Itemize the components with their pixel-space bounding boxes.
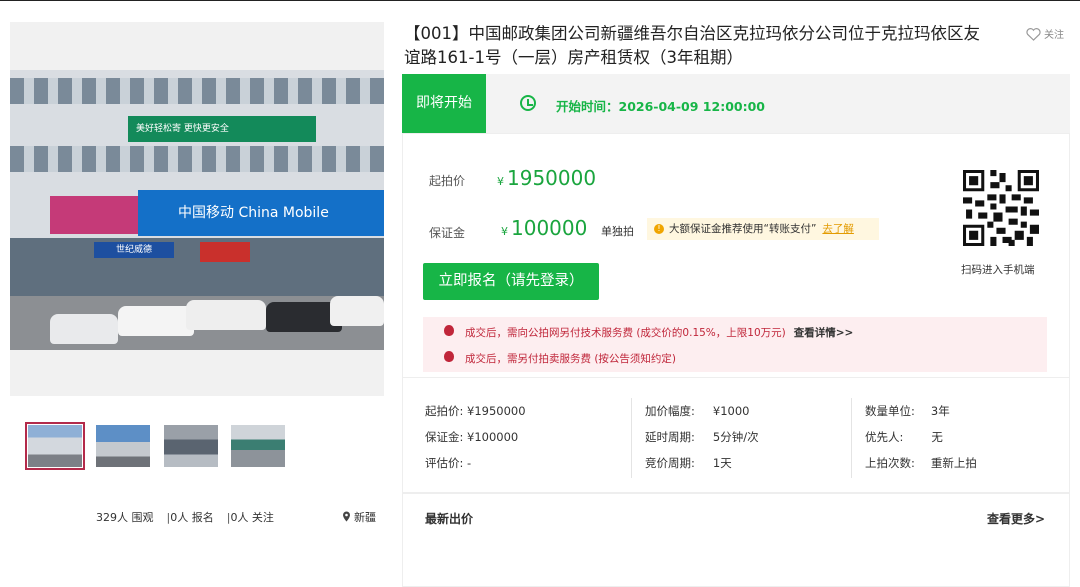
deposit-number: 100000 <box>511 216 588 240</box>
photo-storefront: 世纪威德 <box>10 238 384 296</box>
photo-floor <box>10 78 384 104</box>
detail-key: 数量单位: <box>865 404 915 418</box>
detail-bid-period: 竞价周期: 1天 <box>645 455 732 471</box>
deposit-tip: ! 大额保证金推荐使用“转账支付” 去了解 <box>647 218 879 240</box>
photo-sign-shop: 世纪威德 <box>94 242 174 258</box>
detail-unit: 数量单位: 3年 <box>865 403 950 419</box>
thumbnail-1[interactable] <box>25 422 85 470</box>
column-divider <box>851 398 852 478</box>
signups-count: 0人 报名 <box>170 511 214 524</box>
qr-code-icon[interactable] <box>963 170 1039 246</box>
detail-times: 上拍次数: 重新上拍 <box>865 455 977 471</box>
photo-car <box>118 306 194 336</box>
detail-key: 优先人: <box>865 430 904 444</box>
clock-icon <box>520 95 536 111</box>
money-bag-icon <box>444 325 454 336</box>
main-image-frame[interactable]: 美好轻松寄 更快更安全 中国移动 China Mobile 世纪威德 <box>10 22 384 396</box>
location-pin-icon <box>343 511 350 522</box>
photo-sign-red <box>200 242 250 262</box>
fee-notice-line-2: 成交后，需另付拍卖服务费 (按公告须知约定) <box>465 353 677 365</box>
column-divider <box>631 398 632 478</box>
detail-key: 保证金: <box>425 430 464 444</box>
view-more-link[interactable]: 查看更多> <box>987 510 1045 527</box>
detail-deposit: 保证金: ¥100000 <box>425 429 518 445</box>
detail-value: 1天 <box>712 456 732 470</box>
views-count: 329人 围观 <box>96 511 154 524</box>
start-time: 开始时间：2026-04-09 12:00:00 <box>556 99 765 114</box>
detail-key: 上拍次数: <box>865 456 915 470</box>
detail-increment: 加价幅度: ¥1000 <box>645 403 749 419</box>
start-price-number: 1950000 <box>507 166 597 190</box>
detail-extension: 延时周期: 5分钟/次 <box>645 429 759 445</box>
top-divider <box>0 0 1080 1</box>
heart-icon <box>1026 28 1041 41</box>
qr-caption: 扫码进入手机端 <box>961 264 1035 276</box>
yen-symbol: ¥ <box>497 175 504 188</box>
photo-car <box>330 296 384 326</box>
status-tag: 即将开始 <box>402 74 486 133</box>
photo-car <box>186 300 266 330</box>
detail-appraisal: 评估价: - <box>425 455 471 471</box>
learn-more-link[interactable]: 去了解 <box>822 223 854 235</box>
detail-value: 重新上拍 <box>930 456 977 470</box>
fee-notice-line-1: 成交后，需向公拍网另付技术服务费 (成交价的0.15%，上限10万元) 查看详情>… <box>465 325 853 340</box>
detail-start-price: 起拍价: ¥1950000 <box>425 403 526 419</box>
start-price-value: ¥1950000 <box>497 166 596 190</box>
detail-key: 起拍价: <box>425 404 464 418</box>
deposit-value: ¥100000 <box>501 216 587 240</box>
detail-key: 加价幅度: <box>645 404 695 418</box>
location: 新疆 <box>342 509 376 525</box>
latest-bids-title: 最新出价 <box>425 512 474 526</box>
photo-floor <box>10 146 384 172</box>
location-text: 新疆 <box>354 511 376 524</box>
detail-key: 延时周期: <box>645 430 695 444</box>
view-details-link[interactable]: 查看详情>> <box>794 327 854 339</box>
deposit-label: 保证金 <box>429 226 466 240</box>
auction-details: 起拍价: ¥1950000 保证金: ¥100000 评估价: - 加价幅度: ¥… <box>402 378 1070 493</box>
start-price-label: 起拍价 <box>429 174 466 188</box>
thumbnail-2[interactable] <box>96 425 150 467</box>
photo-sign-pink <box>50 196 138 234</box>
auction-status-bar: 即将开始 开始时间：2026-04-09 12:00:00 <box>402 74 1070 133</box>
latest-bids: 最新出价 查看更多> <box>402 493 1070 587</box>
follow-button[interactable]: 关注 <box>1026 26 1064 41</box>
info-icon: ! <box>654 224 664 234</box>
auction-stats: 329人 围观 |0人 报名 |0人 关注 <box>96 509 274 525</box>
detail-key: 竞价周期: <box>645 456 695 470</box>
property-photo: 美好轻松寄 更快更安全 中国移动 China Mobile 世纪威德 <box>10 70 384 350</box>
bid-card: 起拍价 ¥1950000 保证金 ¥100000 单独拍 ! 大额保证金推荐使用“… <box>402 133 1070 378</box>
fee-notice-text: 成交后，需向公拍网另付技术服务费 (成交价的0.15%，上限10万元) <box>465 327 786 339</box>
detail-value: ¥1950000 <box>467 404 526 418</box>
detail-priority: 优先人: 无 <box>865 429 943 445</box>
detail-value: 无 <box>931 430 943 444</box>
follow-label: 关注 <box>1044 30 1064 41</box>
detail-value: ¥1000 <box>712 404 750 418</box>
photo-car <box>50 314 118 344</box>
thumbnail-3[interactable] <box>164 425 218 467</box>
detail-value: ¥100000 <box>467 430 519 444</box>
solo-bid-label: 单独拍 <box>601 225 634 238</box>
fee-notice: 成交后，需向公拍网另付技术服务费 (成交价的0.15%，上限10万元) 查看详情>… <box>423 317 1047 372</box>
photo-sign-mobile: 中国移动 China Mobile <box>138 190 384 236</box>
yen-symbol: ¥ <box>501 225 508 238</box>
detail-value: - <box>467 456 472 470</box>
photo-sign-postal: 美好轻松寄 更快更安全 <box>128 116 316 142</box>
lot-title: 【001】中国邮政集团公司新疆维吾尔自治区克拉玛依分公司位于克拉玛依区友谊路16… <box>404 24 980 67</box>
thumbnail-4[interactable] <box>231 425 285 467</box>
signup-button[interactable]: 立即报名（请先登录） <box>423 263 599 300</box>
detail-value: 5分钟/次 <box>712 430 759 444</box>
deposit-tip-text: 大额保证金推荐使用“转账支付” <box>669 223 817 235</box>
money-bag-icon <box>444 351 454 362</box>
follows-count: 0人 关注 <box>230 511 274 524</box>
detail-value: 3年 <box>930 404 950 418</box>
detail-key: 评估价: <box>425 456 464 470</box>
